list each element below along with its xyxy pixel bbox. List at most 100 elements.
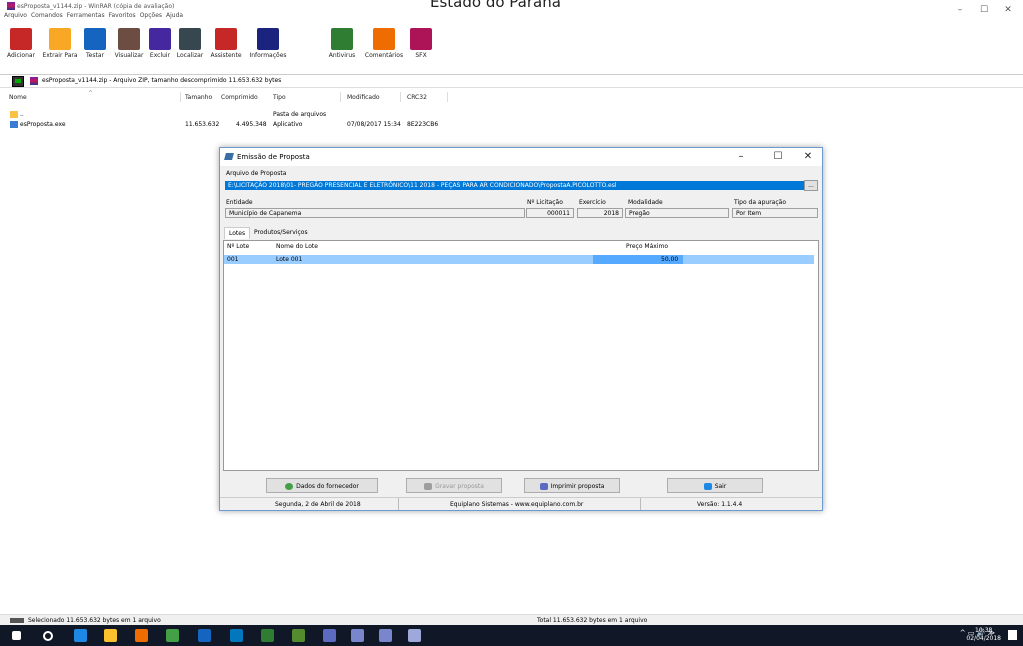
proposta-app-icon-3[interactable] bbox=[408, 629, 421, 642]
gravar-proposta-button[interactable]: Gravar proposta bbox=[406, 478, 502, 493]
grid-header-nome: Nome do Lote bbox=[276, 243, 318, 250]
folder-icon bbox=[10, 111, 18, 118]
imprimir-proposta-button[interactable]: Imprimir proposta bbox=[524, 478, 620, 493]
column-modificado[interactable]: Modificado bbox=[347, 94, 380, 101]
chrome-icon[interactable] bbox=[166, 629, 179, 642]
dialog-minimize-button[interactable]: – bbox=[730, 150, 752, 164]
firefox-icon[interactable] bbox=[135, 629, 148, 642]
toolbar-localizar-button[interactable]: Localizar bbox=[173, 22, 207, 72]
find-icon bbox=[179, 28, 201, 50]
edge-icon[interactable] bbox=[74, 629, 87, 642]
address-text[interactable]: esProposta_v1144.zip - Arquivo ZIP, tama… bbox=[42, 77, 281, 84]
extract-icon bbox=[49, 28, 71, 50]
file-row-parent[interactable]: .. Pasta de arquivos bbox=[0, 110, 1023, 119]
map-app-icon[interactable] bbox=[292, 629, 305, 642]
comment-icon bbox=[373, 28, 395, 50]
clock[interactable]: 10:38 02/04/2018 bbox=[966, 627, 1001, 643]
menu-bar: Arquivo Comandos Ferramentas Favoritos Opçõe… bbox=[0, 11, 183, 21]
maximize-button[interactable]: ☐ bbox=[974, 5, 994, 15]
menu-ferramentas[interactable]: Ferramentas bbox=[67, 12, 105, 19]
file-path-input[interactable]: E:\LICITAÇÃO 2018\01- PREGÃO PRESENCIAL … bbox=[225, 181, 808, 190]
dialog-title-bar: Emissão de Proposta – ☐ ✕ bbox=[220, 148, 822, 166]
toolbar-sfx-button[interactable]: SFX bbox=[407, 22, 435, 72]
dialog-title: Emissão de Proposta bbox=[237, 153, 310, 161]
column-comprimido[interactable]: Comprimido bbox=[221, 94, 258, 101]
file-explorer-icon[interactable] bbox=[104, 629, 117, 642]
table-row[interactable]: 001 Lote 001 50,00 bbox=[224, 255, 814, 264]
up-folder-button[interactable] bbox=[12, 76, 24, 87]
disk-icon bbox=[10, 618, 24, 623]
status-date: Segunda, 2 de Abril de 2018 bbox=[275, 501, 361, 508]
exit-icon bbox=[703, 483, 712, 490]
tab-lotes[interactable]: Lotes bbox=[224, 227, 251, 239]
winrar-icon bbox=[7, 2, 15, 10]
file-list-header: Nome ^ Tamanho Comprimido Tipo Modificad… bbox=[0, 90, 450, 104]
emissao-proposta-dialog: Emissão de Proposta – ☐ ✕ Arquivo de Pro… bbox=[219, 147, 823, 511]
licitacao-field: 000011 bbox=[526, 208, 574, 218]
lote-name: Lote 001 bbox=[276, 256, 303, 263]
dialog-maximize-button[interactable]: ☐ bbox=[767, 150, 789, 164]
menu-favoritos[interactable]: Favoritos bbox=[109, 12, 136, 19]
sort-arrow-icon: ^ bbox=[88, 90, 94, 97]
wizard-icon bbox=[215, 28, 237, 50]
entity-field: Município de Capanema bbox=[225, 208, 525, 218]
delete-icon bbox=[149, 28, 171, 50]
taskbar: ^ ▭ 🔊 ≫ 10:38 02/04/2018 bbox=[0, 625, 1023, 646]
grid-app-icon[interactable] bbox=[323, 629, 336, 642]
toolbar-adicionar-button[interactable]: Adicionar bbox=[4, 22, 38, 72]
modalidade-label: Modalidade bbox=[628, 199, 663, 206]
toolbar: Adicionar Extrair Para Testar Visualizar… bbox=[0, 22, 1023, 75]
toolbar-informacoes-button[interactable]: Informações bbox=[245, 22, 291, 72]
minimize-button[interactable]: – bbox=[950, 5, 970, 15]
tab-produtos-servicos[interactable]: Produtos/Serviços bbox=[250, 227, 312, 238]
sfx-icon bbox=[410, 28, 432, 50]
column-crc32[interactable]: CRC32 bbox=[407, 94, 427, 101]
column-tipo[interactable]: Tipo bbox=[273, 94, 286, 101]
address-bar: esProposta_v1144.zip - Arquivo ZIP, tama… bbox=[0, 75, 1023, 88]
notification-icon[interactable] bbox=[1008, 630, 1017, 640]
entity-label: Entidade bbox=[226, 199, 253, 206]
menu-arquivo[interactable]: Arquivo bbox=[4, 12, 27, 19]
column-tamanho[interactable]: Tamanho bbox=[185, 94, 212, 101]
proposta-app-icon-2[interactable] bbox=[379, 629, 392, 642]
excel-icon[interactable] bbox=[261, 629, 274, 642]
toolbar-excluir-button[interactable]: Excluir bbox=[147, 22, 173, 72]
column-nome[interactable]: Nome bbox=[9, 94, 27, 101]
dialog-status-bar: Segunda, 2 de Abril de 2018 Equiplano Si… bbox=[220, 497, 822, 510]
print-icon bbox=[539, 483, 548, 490]
dados-fornecedor-button[interactable]: Dados do fornecedor bbox=[266, 478, 378, 493]
file-row[interactable]: esProposta.exe 11.653.632 4.495.348 Apli… bbox=[0, 120, 1023, 129]
dialog-close-button[interactable]: ✕ bbox=[797, 150, 819, 164]
sair-button[interactable]: Sair bbox=[667, 478, 763, 493]
modalidade-field: Pregão bbox=[625, 208, 729, 218]
toolbar-extrair-button[interactable]: Extrair Para bbox=[39, 22, 81, 72]
view-icon bbox=[118, 28, 140, 50]
menu-comandos[interactable]: Comandos bbox=[31, 12, 63, 19]
menu-opcoes[interactable]: Opções bbox=[140, 12, 162, 19]
archive-icon bbox=[30, 77, 38, 85]
toolbar-assistente-button[interactable]: Assistente bbox=[207, 22, 245, 72]
save-icon bbox=[424, 483, 433, 490]
info-icon bbox=[257, 28, 279, 50]
toolbar-antivirus-button[interactable]: Antivirus bbox=[324, 22, 360, 72]
toolbar-visualizar-button[interactable]: Visualizar bbox=[112, 22, 146, 72]
word-icon[interactable] bbox=[198, 629, 211, 642]
lote-price: 50,00 bbox=[661, 256, 679, 263]
menu-ajuda[interactable]: Ajuda bbox=[166, 12, 183, 19]
toolbar-testar-button[interactable]: Testar bbox=[81, 22, 109, 72]
outlook-icon[interactable] bbox=[230, 629, 243, 642]
start-icon[interactable] bbox=[12, 631, 21, 640]
toolbar-comentarios-button[interactable]: Comentários bbox=[361, 22, 407, 72]
exe-icon bbox=[10, 121, 18, 128]
proposta-app-icon bbox=[224, 153, 234, 160]
background-heading: Estado do Paraná bbox=[430, 0, 561, 11]
browse-button[interactable]: ... bbox=[804, 180, 818, 191]
close-button[interactable]: ✕ bbox=[998, 5, 1018, 15]
lotes-grid: Nº Lote Nome do Lote Preço Máximo 001 Lo… bbox=[223, 240, 819, 471]
antivirus-icon bbox=[331, 28, 353, 50]
licitacao-label: Nº Licitação bbox=[527, 199, 563, 206]
search-icon[interactable] bbox=[43, 631, 53, 641]
exercicio-field: 2018 bbox=[577, 208, 623, 218]
proposta-app-icon[interactable] bbox=[351, 629, 364, 642]
add-archive-icon bbox=[10, 28, 32, 50]
